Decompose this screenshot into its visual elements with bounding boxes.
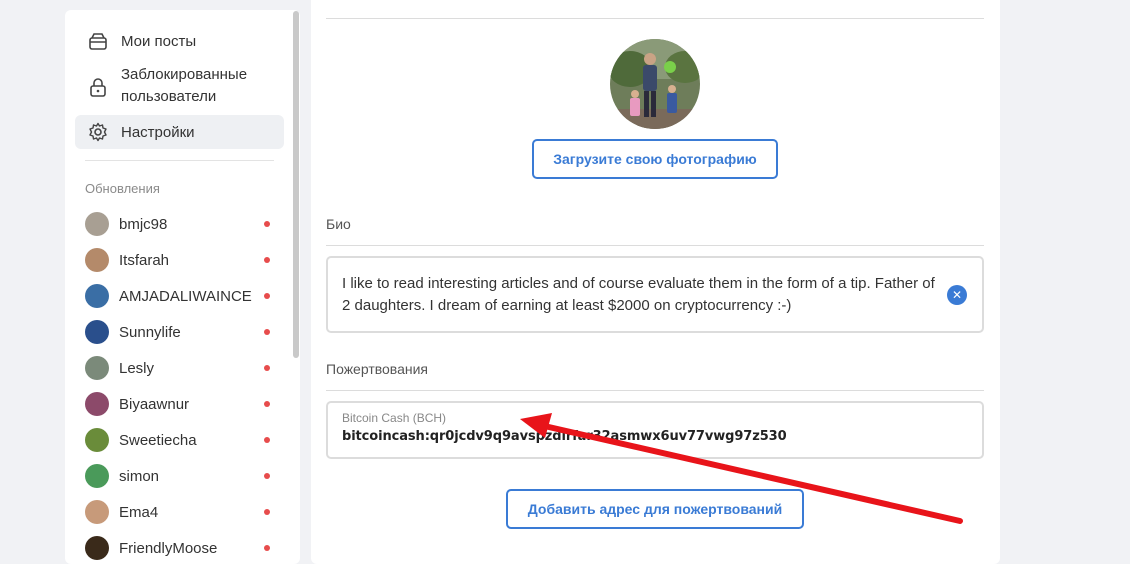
divider [326, 245, 984, 246]
add-donation-address-button[interactable]: Добавить адрес для пожертвований [506, 489, 804, 529]
avatar [85, 536, 109, 560]
update-username: Ema4 [119, 503, 159, 521]
sidebar-item-my-posts[interactable]: Мои посты [75, 29, 284, 53]
update-username: AMJADALIWAINCE [119, 287, 252, 305]
update-username: Lesly [119, 359, 155, 377]
update-username: simon [119, 467, 160, 485]
update-item[interactable]: Ema4 [85, 500, 270, 524]
update-item[interactable]: Itsfarah [85, 248, 270, 272]
notification-dot [264, 257, 270, 263]
bio-text: I like to read interesting articles and … [342, 275, 935, 314]
notification-dot [264, 329, 270, 335]
donation-address-field[interactable]: Bitcoin Cash (BCH) bitcoincash:qr0jcdv9q… [326, 401, 984, 459]
gear-icon [87, 121, 109, 143]
update-item[interactable]: FriendlyMoose [85, 536, 270, 560]
divider [326, 390, 984, 391]
avatar [85, 356, 109, 380]
notification-dot [264, 473, 270, 479]
notification-dot [264, 365, 270, 371]
lock-icon [87, 76, 109, 98]
divider [326, 18, 984, 19]
notification-dot [264, 221, 270, 227]
update-item[interactable]: AMJADALIWAINCE [85, 284, 270, 308]
update-username: Itsfarah [119, 251, 170, 269]
donations-label: Пожертвования [326, 361, 428, 377]
notification-dot [264, 401, 270, 407]
sidebar-item-label: Настройки [121, 123, 195, 141]
sidebar-item-settings[interactable]: Настройки [75, 115, 284, 149]
update-username: bmjc98 [119, 215, 168, 233]
notification-dot [264, 509, 270, 515]
donation-type-label: Bitcoin Cash (BCH) [342, 411, 447, 425]
inbox-icon [87, 30, 109, 52]
clear-icon[interactable]: ✕ [947, 285, 967, 305]
avatar [85, 248, 109, 272]
notification-dot [264, 437, 270, 443]
profile-photo [610, 39, 700, 129]
notification-dot [264, 545, 270, 551]
sidebar-item-blocked-users[interactable]: Заблокированные пользователи [75, 64, 284, 110]
sidebar-item-label: Заблокированные пользователи [121, 66, 248, 105]
notification-dot [264, 293, 270, 299]
update-username: Sunnylife [119, 323, 181, 341]
avatar [85, 500, 109, 524]
settings-panel: Загрузите свою фотографию Био I like to … [311, 0, 1000, 564]
sidebar-scrollbar[interactable] [293, 11, 299, 358]
update-username: Biyaawnur [119, 395, 190, 413]
update-item[interactable]: Lesly [85, 356, 270, 380]
donation-address-value: bitcoincash:qr0jcdv9q9avspzdlrfar32asmwx… [342, 429, 787, 444]
sidebar-item-label: Мои посты [121, 32, 197, 50]
update-item[interactable]: Biyaawnur [85, 392, 270, 416]
update-username: FriendlyMoose [119, 539, 218, 557]
sidebar-divider [85, 160, 274, 161]
update-item[interactable]: bmjc98 [85, 212, 270, 236]
update-item[interactable]: Sweetiecha [85, 428, 270, 452]
update-item[interactable]: simon [85, 464, 270, 488]
update-item[interactable]: Sunnylife [85, 320, 270, 344]
upload-photo-button[interactable]: Загрузите свою фотографию [532, 139, 778, 179]
bio-textarea[interactable]: I like to read interesting articles and … [326, 256, 984, 333]
avatar [85, 284, 109, 308]
bio-label: Био [326, 216, 351, 232]
avatar [85, 320, 109, 344]
update-username: Sweetiecha [119, 431, 197, 449]
sidebar: Мои посты Заблокированные пользователи Н… [65, 10, 300, 564]
updates-heading: Обновления [85, 181, 160, 196]
avatar [85, 428, 109, 452]
avatar [85, 212, 109, 236]
avatar [85, 392, 109, 416]
avatar [85, 464, 109, 488]
